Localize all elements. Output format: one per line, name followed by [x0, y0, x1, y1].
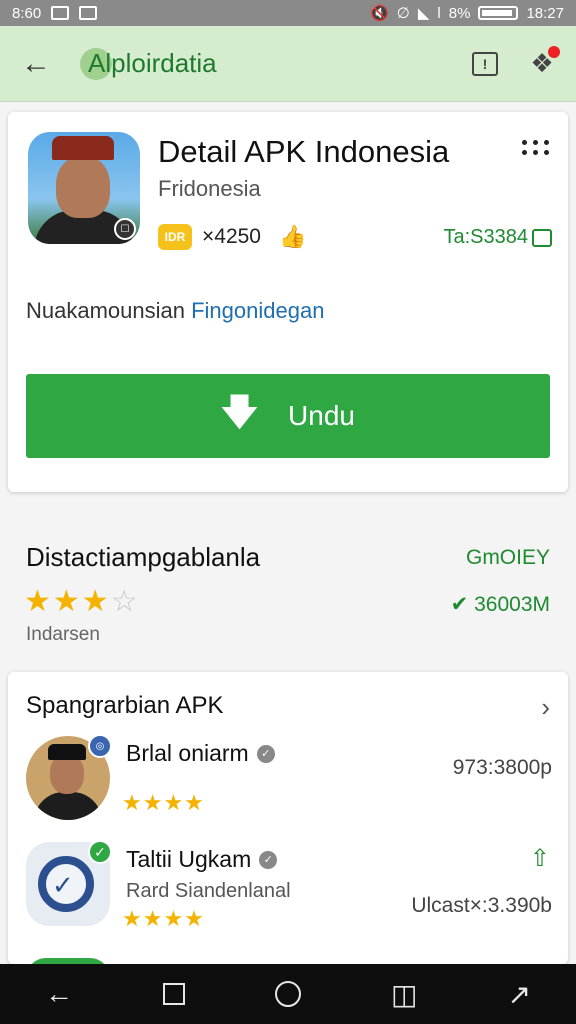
- avatar-head: [56, 156, 110, 218]
- list-item[interactable]: ◎ Brlal oniarm ✓ ★★★★ 973:3800p: [8, 734, 568, 836]
- related-title: Spangrarbian APK: [26, 692, 224, 719]
- related-apps-card: Spangrarbian APK › ◎ Brlal oniarm ✓ ★★★★…: [8, 672, 568, 964]
- status-time-right: 18:27: [526, 4, 564, 22]
- verified-icon: ✓: [259, 850, 278, 869]
- meta-right: Ta:S3384: [443, 226, 552, 249]
- meta-right-text: Ta:S3384: [443, 226, 528, 248]
- back-triangle-icon[interactable]: ←: [45, 978, 73, 1010]
- related-value: 973:3800p: [452, 756, 552, 779]
- download-label: Undu: [288, 400, 355, 431]
- app-bar-title: Alploirdatia: [88, 48, 217, 78]
- related-name: Taltii Ugkam ✓: [126, 846, 278, 873]
- calendar-icon: [532, 228, 552, 247]
- app-detail-card: ☐ Detail APK Indonesia Fridonesia IDR ×4…: [8, 112, 568, 492]
- chevron-right-icon[interactable]: ›: [541, 692, 550, 723]
- signal-icon: l: [437, 4, 441, 22]
- related-sub: Rard Siandenlanal: [126, 880, 291, 902]
- related-name-text: Brlal oniarm: [126, 740, 249, 766]
- app-developer[interactable]: Fridonesia: [158, 176, 261, 202]
- description-link[interactable]: Fingonidegan: [191, 298, 324, 323]
- share-icon[interactable]: ↗: [507, 978, 530, 1011]
- list-item[interactable]: ✓ ✓ Taltii Ugkam ✓ Rard Siandenlanal ★★★…: [8, 840, 568, 942]
- app-title-pill: Alploirdatia: [72, 44, 229, 84]
- star-half-icon: ☆: [110, 585, 140, 618]
- rating-stars: ★★★☆: [24, 584, 140, 619]
- battery-icon: [478, 6, 519, 20]
- arrow-left-icon[interactable]: ←: [0, 26, 72, 102]
- coin-badge: IDR: [158, 224, 192, 250]
- bookmark-icon[interactable]: ◫: [391, 978, 417, 1011]
- check-badge-icon: ✓: [88, 840, 112, 864]
- battery-percent: 8%: [448, 4, 471, 22]
- avatar-badge-icon: ☐: [114, 218, 136, 240]
- avatar-suit: [34, 792, 102, 820]
- meta-row: IDR ×4250 👍: [158, 224, 306, 250]
- square-info-icon[interactable]: !: [472, 51, 498, 76]
- avatar-cap: [52, 136, 114, 160]
- related-stars: ★★★★: [122, 906, 205, 931]
- share-icon[interactable]: ⇧: [530, 844, 550, 873]
- status-time-left: 8:60: [12, 4, 42, 22]
- avatar-hat: [48, 744, 86, 760]
- rating-section: Distactiampgablanla ★★★☆ Indarsen GmOIEY…: [0, 520, 576, 650]
- stars-full: ★★★: [24, 585, 111, 618]
- thumbs-up-icon[interactable]: 👍: [279, 224, 306, 250]
- notification-dot: [548, 45, 560, 58]
- mute-icon: 🔇: [370, 5, 389, 22]
- rating-right-bottom: ✔ 36003M: [450, 593, 550, 616]
- notification-icon: [51, 6, 70, 20]
- square-icon[interactable]: [163, 983, 185, 1005]
- related-stars: ★★★★: [122, 790, 205, 815]
- related-name: Brlal oniarm ✓: [126, 740, 275, 767]
- notification-icon-2: [79, 6, 98, 20]
- rating-sublabel: Indarsen: [26, 624, 100, 645]
- meta-count: ×4250: [202, 225, 261, 248]
- rating-title: Distactiampgablanla: [26, 542, 261, 572]
- check-icon: ✓: [52, 870, 74, 900]
- verified-icon: ✓: [256, 744, 275, 763]
- related-name-text: Taltii Ugkam: [126, 846, 252, 872]
- badge-icon: ◎: [88, 734, 112, 758]
- more-options-icon[interactable]: [522, 140, 550, 155]
- pin-icon[interactable]: ❖: [530, 45, 560, 78]
- related-value: Ulcast×:3.390b: [411, 894, 552, 917]
- rating-right-top[interactable]: GmOIEY: [466, 546, 550, 570]
- app-bar: ← Alploirdatia ! ❖: [0, 26, 576, 102]
- avatar-face: [50, 754, 84, 794]
- description-prefix: Nuakamounsian: [26, 298, 185, 323]
- status-bar: 8:60 🔇 ∅ ◣ l 8% 18:27: [0, 0, 576, 26]
- wifi-icon: ◣: [417, 5, 430, 22]
- arrow-down-icon: 🡇: [221, 390, 259, 432]
- download-button[interactable]: 🡇 Undu: [26, 374, 550, 458]
- circle-icon[interactable]: [275, 981, 301, 1007]
- app-avatar: ☐: [28, 132, 140, 244]
- bluetooth-icon: ∅: [396, 5, 410, 22]
- app-name: Detail APK Indonesia: [158, 134, 450, 169]
- app-description: Nuakamounsian Fingonidegan: [26, 298, 324, 324]
- nav-bar: ← ◫ ↗: [0, 964, 576, 1024]
